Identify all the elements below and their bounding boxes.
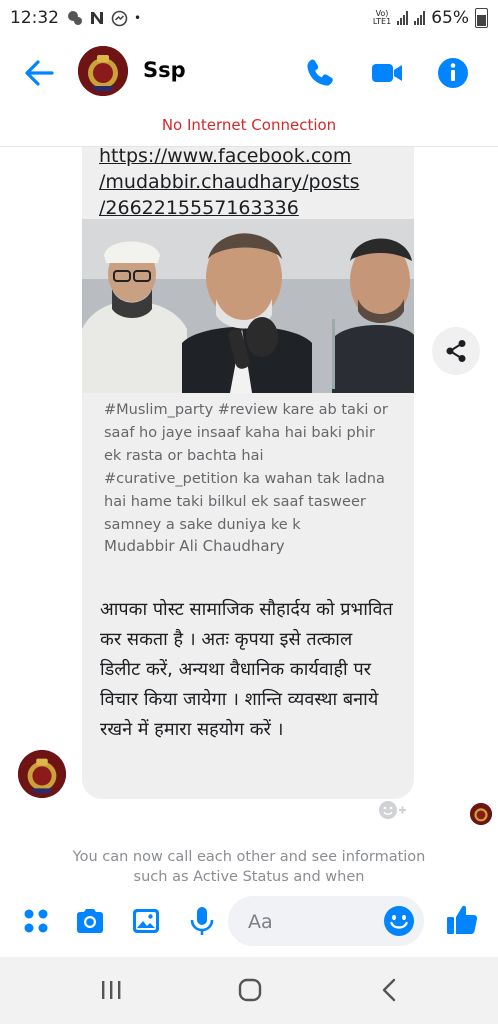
back-icon[interactable] — [375, 975, 405, 1005]
message-input[interactable] — [246, 896, 380, 948]
share-icon — [446, 340, 466, 362]
link-line[interactable]: /2662215557163336 — [99, 195, 359, 221]
preview-photo — [82, 219, 414, 393]
signal-icon — [397, 11, 409, 25]
police-emblem-icon — [18, 750, 66, 798]
link-url[interactable]: https://www.facebook.com /mudabbir.chaud… — [99, 147, 359, 221]
link-line[interactable]: /mudabbir.chaudhary/posts — [99, 169, 359, 195]
volte-icon: Vo) LTE1 — [372, 9, 392, 26]
home-icon[interactable] — [235, 975, 265, 1005]
police-emblem-icon — [78, 46, 128, 96]
apps-icon[interactable] — [20, 905, 52, 937]
system-navigation-bar — [0, 957, 498, 1024]
link-line[interactable]: https://www.facebook.com — [99, 147, 359, 169]
message-list[interactable]: https://www.facebook.com /mudabbir.chaud… — [0, 147, 498, 885]
video-camera-icon[interactable] — [370, 56, 404, 90]
police-emblem-icon — [470, 803, 492, 825]
link-preview-image[interactable] — [82, 219, 414, 393]
share-button[interactable] — [432, 327, 480, 375]
message-text: आपका पोस्ट सामाजिक सौहार्दय को प्रभावित … — [100, 599, 393, 740]
battery-icon — [475, 8, 488, 28]
chat-header: Ssp — [0, 36, 498, 108]
avatar[interactable] — [78, 46, 128, 96]
notification-icon — [68, 11, 82, 25]
info-icon[interactable] — [436, 56, 470, 90]
contact-name[interactable]: Ssp — [143, 58, 186, 82]
text-message-bubble[interactable]: आपका पोस्ट सामाजिक सौहार्दय को प्रभावित … — [82, 581, 414, 799]
message-composer — [0, 885, 498, 957]
thumbs-up-icon[interactable] — [444, 902, 480, 938]
seen-indicator-avatar — [470, 803, 492, 825]
message-input-container[interactable] — [228, 896, 424, 948]
signal-icon-2 — [414, 11, 426, 25]
system-message: You can now call each other and see info… — [72, 849, 426, 885]
status-time: 12:32 — [10, 8, 59, 28]
add-reaction-icon[interactable] — [377, 799, 407, 821]
no-internet-banner: No Internet Connection — [161, 116, 337, 134]
phone-icon[interactable] — [303, 56, 337, 90]
back-arrow-icon[interactable] — [22, 56, 56, 90]
camera-icon[interactable] — [74, 905, 106, 937]
link-preview-author: Mudabbir Ali Chaudhary — [104, 537, 285, 555]
battery-percent: 65% — [431, 8, 469, 28]
gallery-icon[interactable] — [130, 905, 162, 937]
dot-icon: • — [134, 11, 142, 25]
n-app-icon — [91, 12, 103, 24]
sender-avatar[interactable] — [18, 750, 66, 798]
microphone-icon[interactable] — [186, 905, 218, 937]
link-preview-description: #Muslim_party #review kare ab taki or sa… — [104, 402, 388, 533]
status-bar: 12:32 • Vo) LTE1 65% — [0, 0, 498, 36]
messenger-icon — [111, 10, 128, 26]
recent-apps-icon[interactable] — [96, 975, 126, 1005]
emoji-icon[interactable] — [382, 904, 416, 938]
